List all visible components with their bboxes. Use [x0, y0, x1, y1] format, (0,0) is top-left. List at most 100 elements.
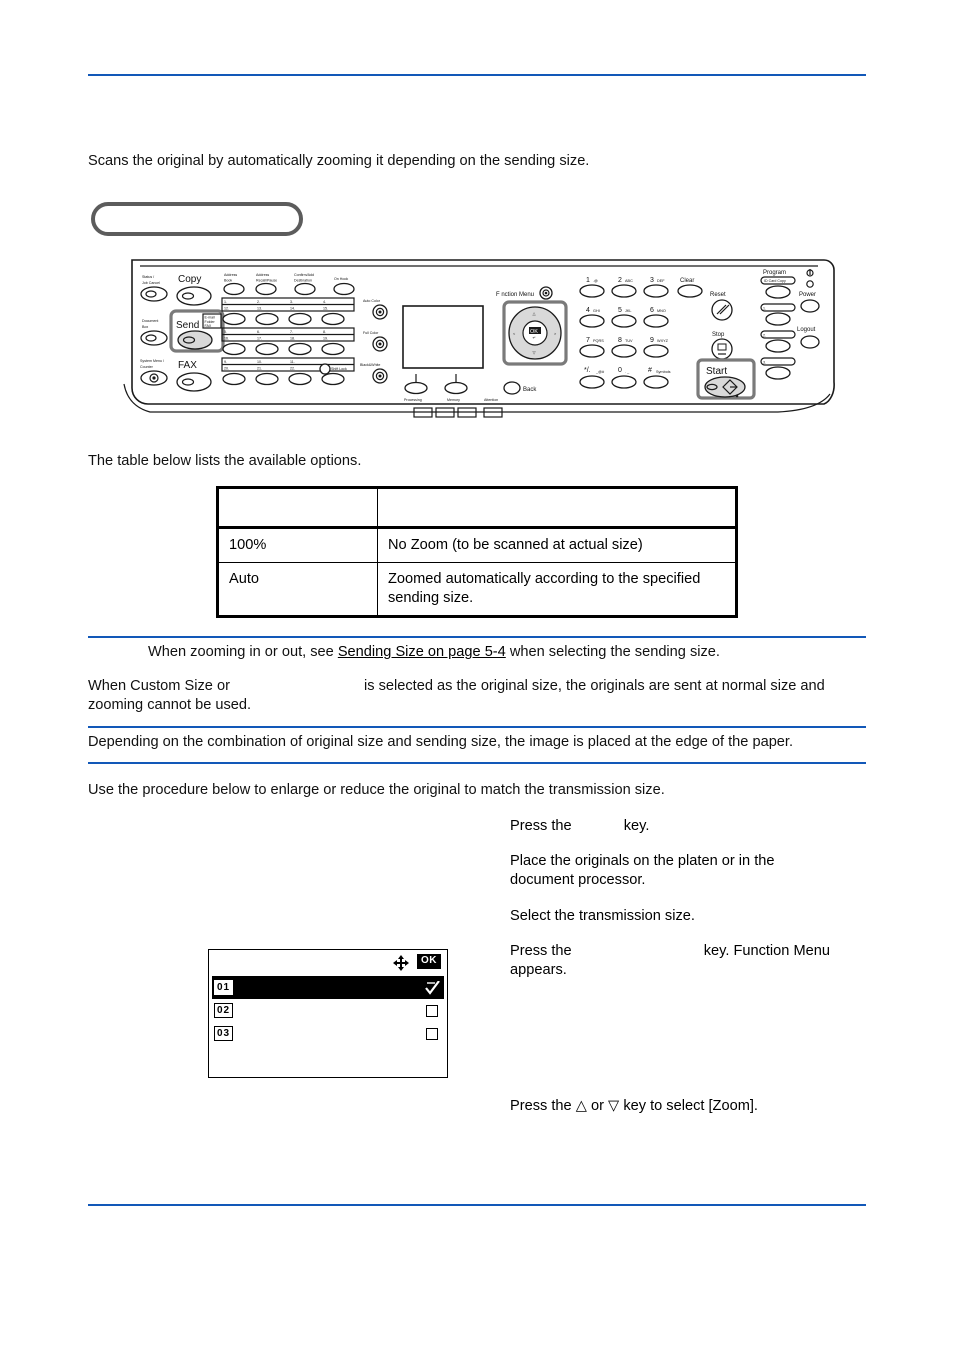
procedure-step-5: Press the △ or ▽ key to select [Zoom]. — [510, 1097, 870, 1116]
svg-text:6.: 6. — [257, 330, 260, 334]
svg-text:2.: 2. — [763, 334, 766, 338]
svg-text:*/.: */. — [584, 367, 591, 374]
svg-text:Document: Document — [142, 319, 158, 323]
svg-text:14.: 14. — [290, 307, 295, 311]
procedure-step-1: Press the key. — [510, 817, 870, 836]
step2-line2: document processor. — [510, 872, 646, 888]
lcd-list-item[interactable]: 01 — [212, 976, 444, 999]
svg-text:Start: Start — [706, 366, 727, 377]
option-description: No Zoom (to be scanned at actual size) — [377, 527, 738, 563]
footer-rule — [88, 1204, 866, 1206]
svg-text:Book: Book — [224, 279, 232, 283]
svg-text:Reset: Reset — [710, 292, 726, 298]
svg-text:Back: Back — [523, 387, 537, 393]
svg-text:System Menu /: System Menu / — [140, 359, 164, 363]
svg-text:16.: 16. — [224, 337, 229, 341]
table-header-description — [377, 486, 738, 529]
lcd-list-item[interactable]: 03 — [212, 1022, 444, 1045]
svg-text:9.: 9. — [224, 360, 227, 364]
svg-text:Status /: Status / — [142, 275, 154, 279]
svg-text:22.: 22. — [290, 367, 295, 371]
svg-text:9: 9 — [650, 337, 654, 344]
control-panel-illustration: .ln { fill:none; stroke:#1a1a1a; stroke-… — [118, 256, 838, 428]
lcd-list-item[interactable]: 02 — [212, 999, 444, 1022]
svg-text:F nction Menu: F nction Menu — [496, 292, 534, 298]
header-rule — [88, 74, 866, 76]
arrow-down-icon: ▽ — [608, 1098, 620, 1114]
svg-text:#: # — [648, 367, 652, 374]
svg-text:7.: 7. — [290, 330, 293, 334]
svg-text:19.: 19. — [323, 337, 328, 341]
svg-text:FAX: FAX — [205, 324, 212, 328]
svg-text:3: 3 — [650, 277, 654, 284]
svg-text:8.: 8. — [323, 330, 326, 334]
checkbox-icon[interactable] — [426, 1004, 438, 1017]
svg-text:Black&White: Black&White — [360, 363, 380, 367]
table-header-option — [216, 486, 378, 529]
lcd-ok-badge: OK — [417, 954, 441, 969]
option-description: Zoomed automatically according to the sp… — [377, 562, 738, 618]
table-row: 100% No Zoom (to be scanned at actual si… — [216, 527, 738, 563]
note2-mid: is selected as the original size, the or… — [364, 678, 825, 694]
svg-text:1.: 1. — [763, 307, 766, 311]
svg-text:Send: Send — [176, 320, 199, 331]
note2-pre: When Custom Size or — [88, 678, 234, 694]
svg-text:JKL: JKL — [625, 309, 632, 313]
procedure-step-4: Press the key. Function Menu appears. — [510, 942, 870, 980]
svg-text:20.: 20. — [224, 367, 229, 371]
four-way-arrow-icon — [393, 955, 409, 971]
svg-text:Copy: Copy — [178, 274, 201, 285]
svg-text:MNO: MNO — [657, 309, 666, 313]
svg-text:8: 8 — [618, 337, 622, 344]
svg-text:7: 7 — [586, 337, 590, 344]
svg-text:ABC: ABC — [625, 279, 633, 283]
svg-text:. _: . _ — [625, 370, 630, 374]
svg-text:6: 6 — [650, 307, 654, 314]
step1-post: key. — [623, 818, 650, 834]
note1-pre: When zooming in or out, see — [148, 644, 338, 660]
table-header-row — [216, 486, 738, 529]
zoom-options-table: 100% No Zoom (to be scanned at actual si… — [216, 486, 738, 618]
svg-text:Stop: Stop — [712, 332, 725, 338]
svg-text:2.: 2. — [257, 300, 260, 304]
svg-text:TUV: TUV — [625, 339, 633, 343]
table-row: Auto Zoomed automatically according to t… — [216, 562, 738, 618]
checkmark-icon — [425, 980, 440, 995]
svg-text:1: 1 — [586, 277, 590, 284]
svg-text:DEF: DEF — [657, 279, 665, 283]
svg-text:Processing: Processing — [404, 398, 422, 402]
svg-text:3.: 3. — [763, 361, 766, 365]
svg-text:Confirm/Add: Confirm/Add — [294, 273, 314, 277]
svg-text:Auto Color: Auto Color — [363, 299, 381, 303]
svg-text:Box: Box — [142, 325, 148, 329]
svg-text:GHI: GHI — [593, 309, 600, 313]
procedure-step-3: Select the transmission size. — [510, 908, 695, 924]
svg-text:11.: 11. — [290, 360, 295, 364]
sending-size-link[interactable]: Sending Size on page 5-4 — [338, 644, 506, 660]
checkbox-icon[interactable] — [426, 1027, 438, 1040]
note-rule-middle — [88, 726, 866, 728]
lcd-item-number: 03 — [214, 1026, 234, 1041]
svg-text:5: 5 — [618, 307, 622, 314]
svg-text:21.: 21. — [257, 367, 262, 371]
svg-text:18.: 18. — [290, 337, 295, 341]
svg-text:Logout: Logout — [797, 327, 816, 333]
note-edge-of-paper: Depending on the combination of original… — [88, 734, 794, 750]
svg-text:13.: 13. — [257, 307, 262, 311]
lcd-top-bar: OK — [209, 950, 447, 976]
procedure-lead-text: Use the procedure below to enlarge or re… — [88, 782, 665, 798]
svg-text:↵: ↵ — [533, 336, 536, 340]
svg-text:On Hook: On Hook — [334, 277, 348, 281]
svg-text:Shift Lock: Shift Lock — [331, 367, 347, 371]
svg-text:WXYZ: WXYZ — [657, 339, 669, 343]
svg-text:FAX: FAX — [178, 360, 197, 371]
svg-text:10.: 10. — [257, 360, 262, 364]
svg-text:Attention: Attention — [484, 398, 498, 402]
svg-text:Symbols: Symbols — [656, 370, 671, 374]
step4-post: key. Function Menu — [703, 943, 830, 959]
svg-text:Address: Address — [224, 273, 237, 277]
lcd-item-number: 01 — [214, 980, 234, 995]
step5-mid: or — [586, 1098, 609, 1114]
svg-text:Counter: Counter — [140, 365, 154, 369]
table-lead-text: The table below lists the available opti… — [88, 453, 362, 469]
